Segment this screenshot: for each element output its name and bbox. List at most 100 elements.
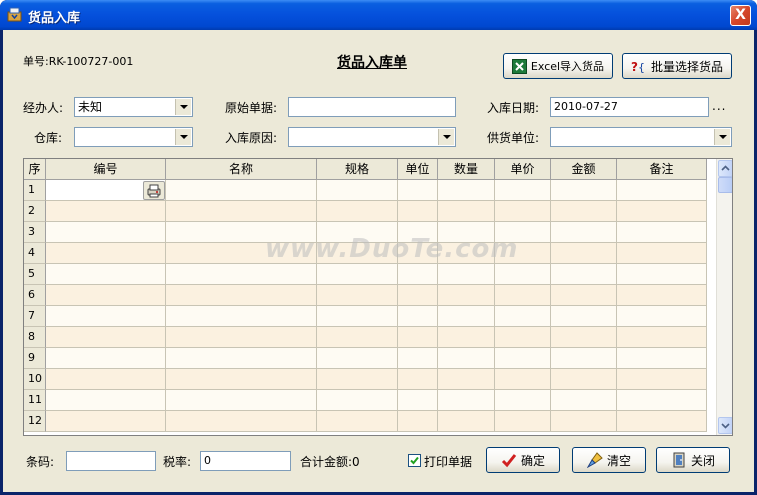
- excel-import-button[interactable]: Excel导入货品: [503, 53, 613, 79]
- table-cell[interactable]: [495, 180, 551, 201]
- table-cell[interactable]: [551, 285, 617, 306]
- table-cell[interactable]: [438, 180, 495, 201]
- table-cell[interactable]: [46, 201, 166, 222]
- vertical-scrollbar[interactable]: [716, 159, 732, 435]
- table-cell[interactable]: [317, 390, 398, 411]
- table-cell[interactable]: [166, 348, 317, 369]
- table-cell[interactable]: [551, 180, 617, 201]
- table-cell[interactable]: [398, 201, 438, 222]
- supplier-combo[interactable]: [550, 127, 732, 147]
- lookup-button[interactable]: [143, 181, 165, 200]
- table-row[interactable]: 1: [24, 180, 707, 201]
- table-cell[interactable]: [617, 222, 707, 243]
- table-cell[interactable]: [551, 222, 617, 243]
- chevron-down-icon[interactable]: [175, 99, 191, 115]
- clear-button[interactable]: 清空: [572, 447, 646, 473]
- date-picker-button[interactable]: ...: [712, 99, 726, 113]
- table-cell[interactable]: [438, 411, 495, 432]
- table-cell[interactable]: [617, 201, 707, 222]
- table-cell[interactable]: [317, 306, 398, 327]
- table-cell[interactable]: [617, 369, 707, 390]
- table-cell[interactable]: [398, 306, 438, 327]
- table-row[interactable]: 10: [24, 369, 707, 390]
- table-cell[interactable]: [551, 306, 617, 327]
- table-cell[interactable]: [46, 264, 166, 285]
- table-cell[interactable]: [317, 264, 398, 285]
- reason-combo[interactable]: [288, 127, 456, 147]
- chevron-down-icon[interactable]: [714, 129, 730, 145]
- table-cell[interactable]: [166, 369, 317, 390]
- table-row[interactable]: 11: [24, 390, 707, 411]
- table-cell[interactable]: [46, 411, 166, 432]
- table-cell[interactable]: [617, 348, 707, 369]
- table-cell[interactable]: [495, 201, 551, 222]
- warehouse-combo[interactable]: [74, 127, 193, 147]
- column-header[interactable]: 金额: [551, 159, 617, 180]
- table-row[interactable]: 12: [24, 411, 707, 432]
- table-cell[interactable]: [317, 327, 398, 348]
- table-cell[interactable]: [551, 201, 617, 222]
- table-cell[interactable]: [166, 180, 317, 201]
- table-cell[interactable]: [551, 411, 617, 432]
- column-header[interactable]: 序: [24, 159, 46, 180]
- table-cell[interactable]: [46, 348, 166, 369]
- table-cell[interactable]: [398, 285, 438, 306]
- table-cell[interactable]: [617, 180, 707, 201]
- table-cell[interactable]: [495, 411, 551, 432]
- table-cell[interactable]: [398, 411, 438, 432]
- table-cell[interactable]: [317, 369, 398, 390]
- title-bar[interactable]: 货品入库 X: [0, 0, 757, 30]
- table-cell[interactable]: [438, 264, 495, 285]
- table-cell[interactable]: [398, 327, 438, 348]
- table-cell[interactable]: [438, 306, 495, 327]
- table-cell[interactable]: [46, 243, 166, 264]
- column-header[interactable]: 规格: [317, 159, 398, 180]
- goods-table[interactable]: 序 编号 名称 规格 单位 数量 单价 金额 备注 1 2 3 4 5 6 7 …: [23, 158, 733, 436]
- table-cell[interactable]: [166, 411, 317, 432]
- table-cell[interactable]: [495, 285, 551, 306]
- table-cell[interactable]: [617, 327, 707, 348]
- barcode-input[interactable]: [66, 451, 156, 471]
- table-row[interactable]: 2: [24, 201, 707, 222]
- table-cell[interactable]: [398, 369, 438, 390]
- scroll-down-button[interactable]: [718, 417, 732, 434]
- table-cell[interactable]: [46, 285, 166, 306]
- table-cell[interactable]: [46, 327, 166, 348]
- table-cell[interactable]: [166, 306, 317, 327]
- table-cell[interactable]: [438, 390, 495, 411]
- table-cell[interactable]: [317, 348, 398, 369]
- table-cell[interactable]: [46, 390, 166, 411]
- table-cell[interactable]: [617, 285, 707, 306]
- handler-combo[interactable]: 未知: [74, 97, 193, 117]
- table-cell[interactable]: [495, 348, 551, 369]
- chevron-down-icon[interactable]: [175, 129, 191, 145]
- column-header[interactable]: 备注: [617, 159, 707, 180]
- chevron-down-icon[interactable]: [438, 129, 454, 145]
- table-row[interactable]: 5: [24, 264, 707, 285]
- table-cell[interactable]: [551, 264, 617, 285]
- table-cell[interactable]: [166, 327, 317, 348]
- table-cell[interactable]: [551, 327, 617, 348]
- table-cell[interactable]: [166, 201, 317, 222]
- table-cell[interactable]: [617, 411, 707, 432]
- table-cell[interactable]: [398, 180, 438, 201]
- table-cell[interactable]: [495, 306, 551, 327]
- table-cell[interactable]: [438, 327, 495, 348]
- table-cell[interactable]: [438, 348, 495, 369]
- in-date-input[interactable]: 2010-07-27: [550, 97, 709, 117]
- table-cell[interactable]: [438, 369, 495, 390]
- column-header[interactable]: 编号: [46, 159, 166, 180]
- table-cell[interactable]: [398, 264, 438, 285]
- table-cell[interactable]: [46, 369, 166, 390]
- batch-select-button[interactable]: ?{ 批量选择货品: [622, 53, 732, 79]
- table-row[interactable]: 6: [24, 285, 707, 306]
- table-cell[interactable]: [438, 201, 495, 222]
- table-row[interactable]: 8: [24, 327, 707, 348]
- table-cell[interactable]: [317, 285, 398, 306]
- table-cell[interactable]: [617, 390, 707, 411]
- table-cell[interactable]: [317, 411, 398, 432]
- scroll-thumb[interactable]: [718, 177, 732, 193]
- table-cell[interactable]: [551, 348, 617, 369]
- print-label[interactable]: 打印单据: [424, 453, 472, 470]
- table-cell[interactable]: [495, 369, 551, 390]
